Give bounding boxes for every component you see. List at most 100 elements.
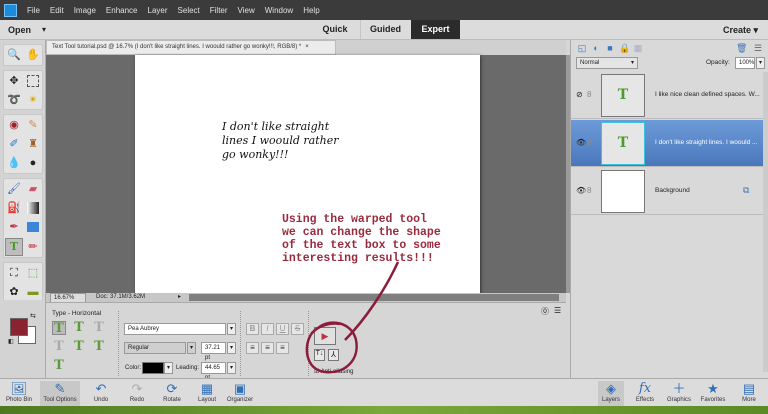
horizontal-scrollbar[interactable] [189,294,559,301]
default-colors-icon[interactable]: ◧ [8,338,14,345]
change-text-orientation-icon[interactable]: T↓ [314,349,325,361]
more-button[interactable]: ▤ More [736,381,762,403]
bold-button[interactable]: B [246,323,259,335]
create-button[interactable]: Create ▾ [723,25,758,36]
horizontal-type-icon[interactable]: T [52,321,66,336]
horizontal-type-mask-icon[interactable]: T [92,321,106,335]
menu-edit[interactable]: Edit [50,6,64,15]
text-on-path-icon[interactable]: T [52,359,66,373]
brush-tool-icon[interactable]: 🖌 [6,181,22,197]
hand-tool-icon[interactable]: ✋ [25,47,41,63]
font-style-field[interactable]: Regular [124,342,186,354]
close-icon[interactable]: × [305,44,309,50]
menu-file[interactable]: File [27,6,40,15]
marquee-tool-icon[interactable] [27,75,39,87]
eraser-tool-icon[interactable]: ▰ [25,181,41,197]
menu-layer[interactable]: Layer [148,6,168,15]
graphics-button[interactable]: ＋ Graphics [664,381,694,403]
menu-view[interactable]: View [238,6,255,15]
opacity-dropdown[interactable]: ▾ [756,57,765,69]
text-color-swatch[interactable] [142,362,164,374]
eye-hidden-icon[interactable]: ⊘ [576,90,583,99]
crop-tool-icon[interactable]: ⛶ [6,265,22,281]
clone-stamp-icon[interactable]: ♜ [25,136,41,152]
warp-text-preview-icon[interactable]: ▶ [314,327,336,345]
font-size-field[interactable]: 37.21 pt [201,342,226,361]
align-right-icon[interactable]: ≡ [276,342,289,354]
strikethrough-button[interactable]: S [291,323,304,335]
type-tool-icon[interactable]: T [5,238,23,256]
tool-options-button[interactable]: ✎ Tool Options [40,381,80,406]
adjustment-layer-icon[interactable]: ◐ [591,43,601,53]
help-icon[interactable]: ⓪ [541,306,549,317]
effects-button[interactable]: fx Effects [632,381,658,403]
favorites-button[interactable]: ★ Favorites [698,381,728,403]
red-eye-tool-icon[interactable]: ◉ [6,117,22,133]
leading-dropdown[interactable]: ▾ [227,362,236,374]
warp-text-icon[interactable]: ⅄ [328,349,339,361]
shape-tool-icon[interactable] [27,222,39,232]
blur-tool-icon[interactable]: 💧 [6,155,22,171]
pencil-tool-icon[interactable]: ✏ [25,239,41,255]
panel-menu-icon[interactable]: ☰ [753,43,763,53]
status-menu-arrow-icon[interactable]: ▸ [178,293,181,302]
smart-brush-icon[interactable]: ✐ [6,136,22,152]
blend-mode-select[interactable]: Normal ▾ [576,57,638,69]
menu-filter[interactable]: Filter [210,6,228,15]
link-icon[interactable]: 8 [587,186,591,195]
text-on-shape-icon[interactable]: T [92,340,106,354]
menu-window[interactable]: Window [265,6,293,15]
font-size-dropdown[interactable]: ▾ [227,342,236,354]
link-icon[interactable]: 8 [587,90,591,99]
straighten-tool-icon[interactable]: ▬ [25,284,41,300]
new-layer-icon[interactable]: ◱ [577,43,587,53]
layer-row[interactable]: 👁 8 Background ⧉ [571,168,763,215]
rotate-button[interactable]: ⟳ Rotate [158,381,186,403]
layers-scrollbar[interactable] [763,72,768,372]
healing-brush-icon[interactable]: ✎ [25,117,41,133]
align-left-icon[interactable]: ≡ [246,342,259,354]
paint-bucket-icon[interactable]: ⛽ [6,200,22,216]
move-tool-icon[interactable]: ✥ [6,73,22,89]
panel-menu-icon[interactable]: ☰ [554,306,561,315]
link-icon[interactable]: 8 [587,138,591,147]
leading-field[interactable]: 44.65 pt [201,362,226,381]
anti-aliasing-checkbox[interactable]: ☑ Anti-aliasing [314,368,353,375]
font-family-dropdown[interactable]: ▾ [227,323,236,335]
chevron-down-icon[interactable]: ▾ [42,25,46,34]
zoom-tool-icon[interactable]: 🔍 [6,47,22,63]
layer-row-selected[interactable]: 👁 8 T I don't like straight lines. I woou… [571,120,763,167]
lock-icon[interactable]: 🔒 [619,43,630,53]
organizer-button[interactable]: ▣ Organizer [224,381,256,403]
text-on-selection-icon[interactable]: T [72,340,86,354]
lasso-tool-icon[interactable]: ➰ [6,92,22,108]
opacity-field[interactable]: 100% [735,57,755,69]
font-family-field[interactable]: Pea Aubrey [124,323,226,335]
redo-button[interactable]: ↷ Redo [124,381,150,403]
cookie-cutter-icon[interactable]: ✿ [6,284,22,300]
eye-icon[interactable]: 👁 [576,186,586,195]
layer-row[interactable]: ⊘ 8 T I like nice clean defined spaces. W… [571,72,763,119]
layer-mask-icon[interactable]: ■ [605,43,615,53]
magic-wand-icon[interactable]: ✴ [25,92,41,108]
lock-transparent-icon[interactable]: ▦ [633,43,643,53]
mode-quick[interactable]: Quick [310,20,360,39]
menu-help[interactable]: Help [303,6,319,15]
mode-expert[interactable]: Expert [411,20,460,39]
document-tab[interactable]: Text Tool tutorial.psd @ 16.7% (I don't … [46,40,336,55]
vertical-type-icon[interactable]: T [72,321,86,335]
mode-guided[interactable]: Guided [360,20,410,39]
handwritten-text-layer[interactable]: I don't like straight lines I woould rat… [222,120,382,162]
eye-icon[interactable]: 👁 [576,138,586,147]
sponge-tool-icon[interactable]: ● [25,155,41,171]
eyedropper-icon[interactable]: ✒ [6,219,22,235]
open-button[interactable]: Open [8,25,31,35]
italic-button[interactable]: I [261,323,274,335]
underline-button[interactable]: U [276,323,289,335]
layers-button[interactable]: ◈ Layers [598,381,624,406]
foreground-color-swatch[interactable] [10,318,28,336]
menu-enhance[interactable]: Enhance [106,6,138,15]
vertical-type-mask-icon[interactable]: T [52,340,66,354]
align-center-icon[interactable]: ≡ [261,342,274,354]
trash-icon[interactable]: 🗑 [736,43,747,53]
